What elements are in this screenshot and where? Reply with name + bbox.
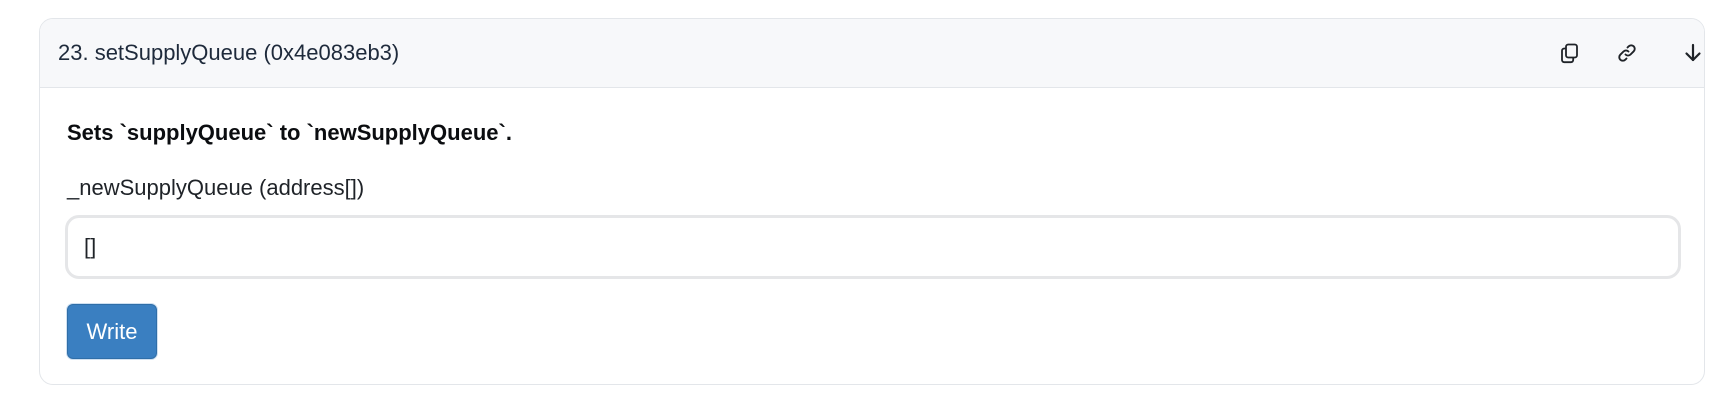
arrow-down-icon[interactable]: [1675, 35, 1704, 71]
function-card-header[interactable]: 23. setSupplyQueue (0x4e083eb3): [40, 19, 1704, 88]
function-title: 23. setSupplyQueue (0x4e083eb3): [58, 40, 400, 65]
function-description: Sets `supplyQueue` to `newSupplyQueue`.: [67, 120, 512, 145]
function-card: 23. setSupplyQueue (0x4e083eb3) Sets `su…: [39, 18, 1705, 385]
param-label: _newSupplyQueue (address[]): [67, 175, 365, 200]
copy-icon[interactable]: [1552, 35, 1588, 71]
write-button[interactable]: Write: [67, 304, 157, 359]
new-supply-queue-input[interactable]: [65, 215, 1681, 279]
link-icon[interactable]: [1609, 35, 1645, 71]
